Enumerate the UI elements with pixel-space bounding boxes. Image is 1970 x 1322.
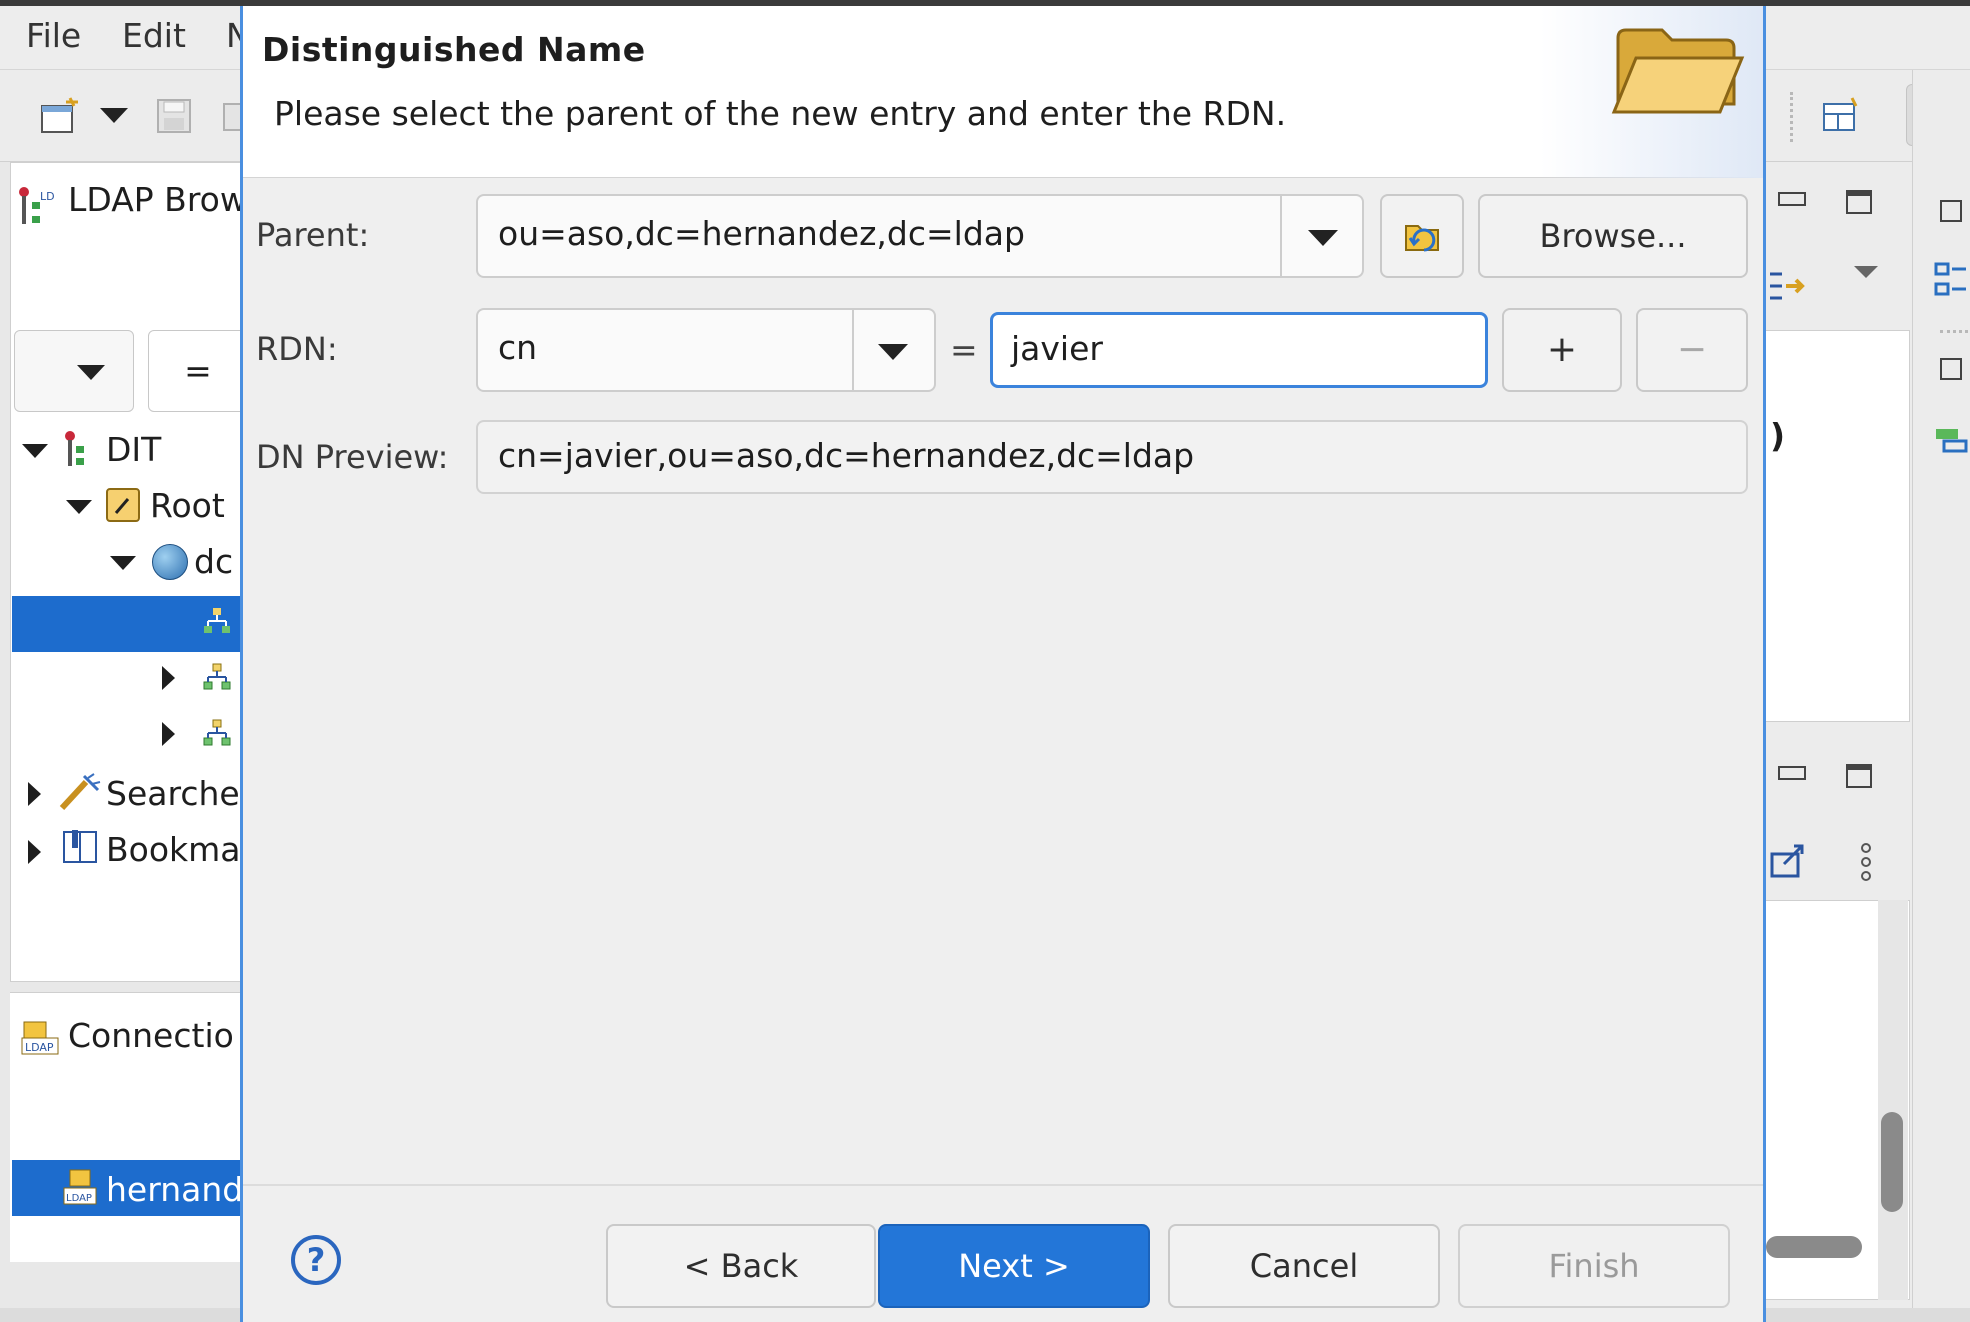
combo-divider bbox=[1280, 196, 1282, 276]
svg-text:LDAP: LDAP bbox=[25, 1041, 54, 1054]
open-editor-icon[interactable] bbox=[1768, 840, 1808, 880]
connections-icon: LDAP bbox=[20, 1018, 60, 1058]
link-editor-icon[interactable] bbox=[1766, 266, 1806, 306]
tree-item-bookmarks[interactable]: Bookma bbox=[106, 822, 241, 878]
rdn-value-text: javier bbox=[1011, 329, 1103, 368]
maximize-icon[interactable] bbox=[1846, 190, 1872, 214]
new-dropdown-icon[interactable] bbox=[100, 108, 128, 123]
minimize-icon[interactable] bbox=[1778, 192, 1806, 206]
open-perspective-icon[interactable] bbox=[1818, 94, 1862, 138]
expand-entry-icon[interactable] bbox=[162, 722, 175, 746]
restore-icon[interactable] bbox=[1940, 358, 1962, 380]
svg-text:LD: LD bbox=[40, 190, 55, 203]
dialog-description: Please select the parent of the new entr… bbox=[274, 94, 1287, 133]
history-icon bbox=[1405, 225, 1439, 252]
ldap-browser-icon: LD bbox=[18, 186, 58, 230]
chevron-down-icon bbox=[77, 365, 105, 380]
searches-icon bbox=[58, 772, 102, 812]
next-button[interactable]: Next > bbox=[878, 1224, 1150, 1308]
rdn-equals-sign: = bbox=[950, 330, 978, 369]
save-icon[interactable] bbox=[152, 94, 196, 138]
parent-combo[interactable]: ou=aso,dc=hernandez,dc=ldap bbox=[476, 194, 1364, 278]
right-view-upper bbox=[1762, 330, 1910, 722]
expand-entry-icon[interactable] bbox=[162, 666, 175, 690]
outline-icon[interactable] bbox=[1934, 260, 1968, 300]
new-wizard-icon[interactable] bbox=[38, 94, 82, 138]
connections-tab-title[interactable]: Connectio bbox=[68, 1016, 234, 1055]
ou-entry-icon bbox=[202, 718, 232, 750]
svg-text:LDAP: LDAP bbox=[66, 1193, 92, 1204]
browse-button[interactable]: Browse... bbox=[1478, 194, 1748, 278]
dialog-title: Distinguished Name bbox=[262, 30, 646, 69]
tree-item-root[interactable]: Root bbox=[150, 478, 225, 534]
parent-value: ou=aso,dc=hernandez,dc=ldap bbox=[498, 214, 1025, 253]
expand-bookmarks-icon[interactable] bbox=[28, 840, 41, 864]
expand-root-icon[interactable] bbox=[66, 500, 92, 514]
bookmarks-icon bbox=[62, 828, 100, 868]
chevron-down-icon[interactable] bbox=[878, 344, 908, 360]
back-button[interactable]: < Back bbox=[606, 1224, 876, 1308]
parent-history-button[interactable] bbox=[1380, 194, 1464, 278]
expand-dit-icon[interactable] bbox=[22, 444, 48, 458]
scrollbar-thumb[interactable] bbox=[1881, 1112, 1903, 1212]
dn-preview-label: DN Preview: bbox=[256, 438, 449, 476]
combo-divider bbox=[852, 310, 854, 390]
rdn-attribute-value: cn bbox=[498, 328, 538, 367]
rdn-label: RDN: bbox=[256, 330, 338, 368]
toolbar-separator bbox=[1790, 92, 1793, 142]
root-icon bbox=[106, 488, 140, 522]
help-button[interactable]: ? bbox=[290, 1234, 342, 1286]
more-options-icon[interactable] bbox=[1856, 840, 1876, 884]
progress-view-icon[interactable] bbox=[1934, 424, 1968, 454]
globe-icon bbox=[152, 544, 188, 580]
minimize-icon[interactable] bbox=[1778, 766, 1806, 780]
tree-item-searches[interactable]: Searche bbox=[106, 766, 240, 822]
menu-file[interactable]: File bbox=[26, 16, 81, 55]
ou-entry-icon bbox=[202, 606, 232, 638]
help-icon: ? bbox=[291, 1235, 341, 1285]
vertical-scrollbar[interactable] bbox=[1878, 900, 1908, 1300]
finish-button[interactable]: Finish bbox=[1458, 1224, 1730, 1308]
menu-edit[interactable]: Edit bbox=[122, 16, 186, 55]
dialog-footer-separator bbox=[243, 1184, 1763, 1186]
tree-item-dit[interactable]: DIT bbox=[106, 422, 161, 478]
tree-item-dc[interactable]: dc bbox=[194, 534, 233, 590]
right-trim-bar bbox=[1912, 70, 1970, 1322]
svg-text:?: ? bbox=[307, 1241, 326, 1279]
rdn-attribute-combo[interactable]: cn bbox=[476, 308, 936, 392]
parent-label: Parent: bbox=[256, 216, 370, 254]
dn-preview-field: cn=javier,ou=aso,dc=hernandez,dc=ldap bbox=[476, 420, 1748, 494]
connection-icon: LDAP bbox=[62, 1168, 100, 1208]
right-view-text: ) bbox=[1770, 416, 1786, 455]
horizontal-scrollbar-thumb[interactable] bbox=[1766, 1236, 1862, 1258]
ou-entry-icon bbox=[202, 662, 232, 694]
expand-searches-icon[interactable] bbox=[28, 782, 41, 806]
restore-icon[interactable] bbox=[1940, 200, 1962, 222]
filter-attribute-combo[interactable] bbox=[14, 330, 134, 412]
folder-open-icon bbox=[1610, 18, 1746, 122]
add-rdn-button[interactable]: + bbox=[1502, 308, 1622, 392]
filter-operator: = bbox=[148, 330, 248, 412]
connection-name[interactable]: hernand bbox=[106, 1162, 243, 1218]
rdn-value-input[interactable]: javier bbox=[990, 312, 1488, 388]
view-menu-icon[interactable] bbox=[1854, 266, 1878, 278]
dn-preview-value: cn=javier,ou=aso,dc=hernandez,dc=ldap bbox=[498, 436, 1195, 475]
cancel-button[interactable]: Cancel bbox=[1168, 1224, 1440, 1308]
maximize-icon[interactable] bbox=[1846, 764, 1872, 788]
expand-dc-icon[interactable] bbox=[110, 556, 136, 570]
trim-separator bbox=[1940, 330, 1968, 333]
ldap-browser-tab-title[interactable]: LDAP Brow bbox=[68, 180, 247, 219]
remove-rdn-button[interactable]: − bbox=[1636, 308, 1748, 392]
dit-icon bbox=[62, 428, 96, 472]
chevron-down-icon[interactable] bbox=[1308, 230, 1338, 246]
